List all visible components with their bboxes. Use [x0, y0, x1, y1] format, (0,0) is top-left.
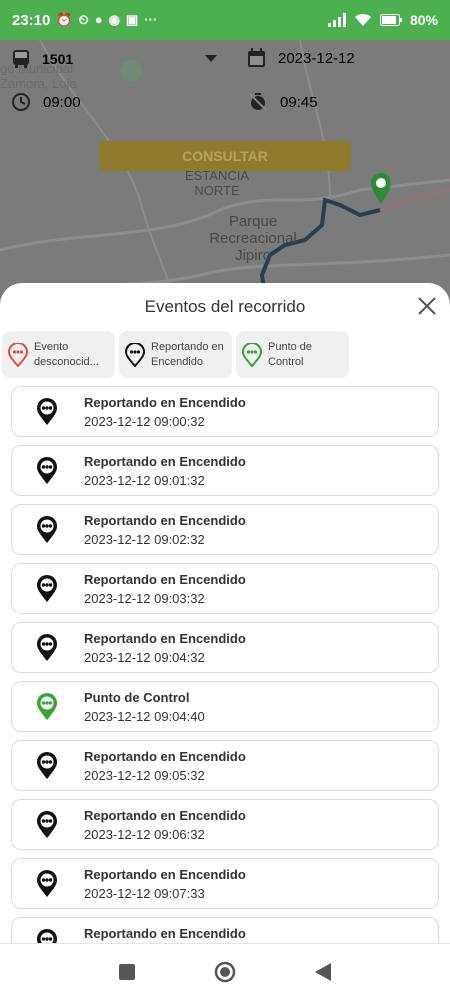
start-time-value: 09:00 [43, 93, 81, 111]
close-icon[interactable] [416, 295, 438, 317]
battery-level: 80% [409, 12, 438, 28]
vehicle-selector[interactable]: 1501 [12, 49, 217, 69]
event-time: 2023-12-12 09:04:40 [84, 709, 205, 724]
more-notifications-icon: ··· [144, 12, 158, 27]
end-time-selector[interactable]: 09:45 [248, 92, 318, 112]
screen: 23:10 ⏰ ⏲ ● ◉ ▣ ··· 80% ESTANCIA NORTE P… [0, 0, 450, 1000]
event-pin-icon [37, 693, 57, 720]
event-title: Reportando en Encendido [84, 926, 246, 941]
event-time: 2023-12-12 09:01:32 [84, 473, 205, 488]
wifi-icon [354, 13, 371, 26]
instagram-icon: ▣ [125, 12, 139, 27]
signal-icon [327, 13, 346, 27]
home-button-icon[interactable] [214, 961, 236, 983]
event-pin-icon [37, 634, 57, 661]
event-card[interactable]: Reportando en Encendido [11, 917, 439, 943]
event-card[interactable]: Reportando en Encendido 2023-12-12 09:04:… [11, 622, 439, 673]
event-pin-icon [37, 752, 57, 779]
date-selector[interactable]: 2023-12-12 [247, 48, 355, 68]
event-time: 2023-12-12 09:04:32 [84, 650, 205, 665]
status-time: 23:10 [12, 11, 51, 29]
system-nav-bar [0, 943, 450, 1000]
event-time: 2023-12-12 09:07:33 [84, 886, 205, 901]
event-card[interactable]: Reportando en Encendido 2023-12-12 09:05:… [11, 740, 439, 791]
chip-evento-desconocido[interactable]: Evento desconocid... [2, 331, 115, 378]
mute-alarm-icon: ⏰ [56, 12, 73, 27]
chip-label: Reportando en Encendido [151, 340, 224, 368]
event-card[interactable]: Reportando en Encendido 2023-12-12 09:03:… [11, 563, 439, 614]
consult-button[interactable]: CONSULTAR [99, 141, 351, 171]
battery-icon [379, 14, 402, 26]
event-pin-icon [37, 929, 57, 943]
event-card[interactable]: Punto de Control 2023-12-12 09:04:40 [11, 681, 439, 732]
event-time: 2023-12-12 09:05:32 [84, 768, 205, 783]
date-value: 2023-12-12 [278, 49, 355, 67]
event-title: Reportando en Encendido [84, 572, 246, 587]
event-time: 2023-12-12 09:00:32 [84, 414, 205, 429]
alarm-icon: ⏲ [78, 12, 89, 27]
unknown-event-pin-icon [8, 342, 28, 367]
messenger-icon: ◉ [108, 12, 120, 27]
event-title: Reportando en Encendido [84, 867, 246, 882]
whatsapp-icon: ● [94, 12, 103, 27]
event-title: Reportando en Encendido [84, 749, 246, 764]
map-start-marker-icon[interactable] [370, 173, 392, 205]
sheet-title: Eventos del recorrido [144, 297, 306, 316]
vehicle-value: 1501 [42, 51, 74, 67]
back-button-icon[interactable] [314, 963, 331, 981]
event-title: Reportando en Encendido [84, 513, 246, 528]
start-time-selector[interactable]: 09:00 [11, 92, 81, 112]
event-pin-icon [37, 516, 57, 543]
event-pin-icon [37, 870, 57, 897]
timer-off-icon [249, 93, 267, 111]
event-title: Reportando en Encendido [84, 631, 246, 646]
event-card[interactable]: Reportando en Encendido 2023-12-12 09:01:… [11, 445, 439, 496]
event-title: Punto de Control [84, 690, 190, 705]
bus-icon [13, 50, 29, 68]
control-point-pin-icon [242, 342, 262, 367]
notification-icons: ⏰ ⏲ ● ◉ ▣ ··· [56, 12, 157, 28]
map-label-estancia: ESTANCIA NORTE [184, 168, 250, 198]
end-time-value: 09:45 [280, 93, 318, 111]
event-time: 2023-12-12 09:02:32 [84, 532, 205, 547]
event-title: Reportando en Encendido [84, 808, 246, 823]
chevron-down-icon [205, 55, 217, 62]
event-title: Reportando en Encendido [84, 395, 246, 410]
calendar-icon [248, 48, 265, 67]
event-card[interactable]: Reportando en Encendido 2023-12-12 09:00:… [11, 386, 439, 437]
event-card[interactable]: Reportando en Encendido 2023-12-12 09:07:… [11, 858, 439, 909]
event-time: 2023-12-12 09:03:32 [84, 591, 205, 606]
recents-button-icon[interactable] [119, 964, 136, 980]
events-sheet: Eventos del recorrido Evento desconocid.… [0, 283, 450, 943]
event-card[interactable]: Reportando en Encendido 2023-12-12 09:06:… [11, 799, 439, 850]
event-title: Reportando en Encendido [84, 454, 246, 469]
map-label-parque: Parque Recreacional Jipiro [209, 213, 297, 264]
event-time: 2023-12-12 09:06:32 [84, 827, 205, 842]
ignition-pin-icon [125, 342, 145, 367]
event-pin-icon [37, 398, 57, 425]
chip-reportando-encendido[interactable]: Reportando en Encendido [119, 331, 232, 378]
event-pin-icon [37, 811, 57, 838]
event-pin-icon [37, 457, 57, 484]
events-list: Reportando en Encendido 2023-12-12 09:00:… [11, 386, 439, 943]
chip-label: Evento desconocid... [34, 340, 99, 368]
event-card[interactable]: Reportando en Encendido 2023-12-12 09:02:… [11, 504, 439, 555]
chip-label: Punto de Control [268, 340, 313, 368]
event-pin-icon [37, 575, 57, 602]
chip-punto-control[interactable]: Punto de Control [236, 331, 349, 378]
clock-icon [12, 93, 30, 111]
legend-chips: Evento desconocid... Reportando en Encen… [2, 331, 349, 378]
status-bar: 23:10 ⏰ ⏲ ● ◉ ▣ ··· 80% [0, 0, 450, 40]
status-right: 80% [327, 12, 438, 28]
